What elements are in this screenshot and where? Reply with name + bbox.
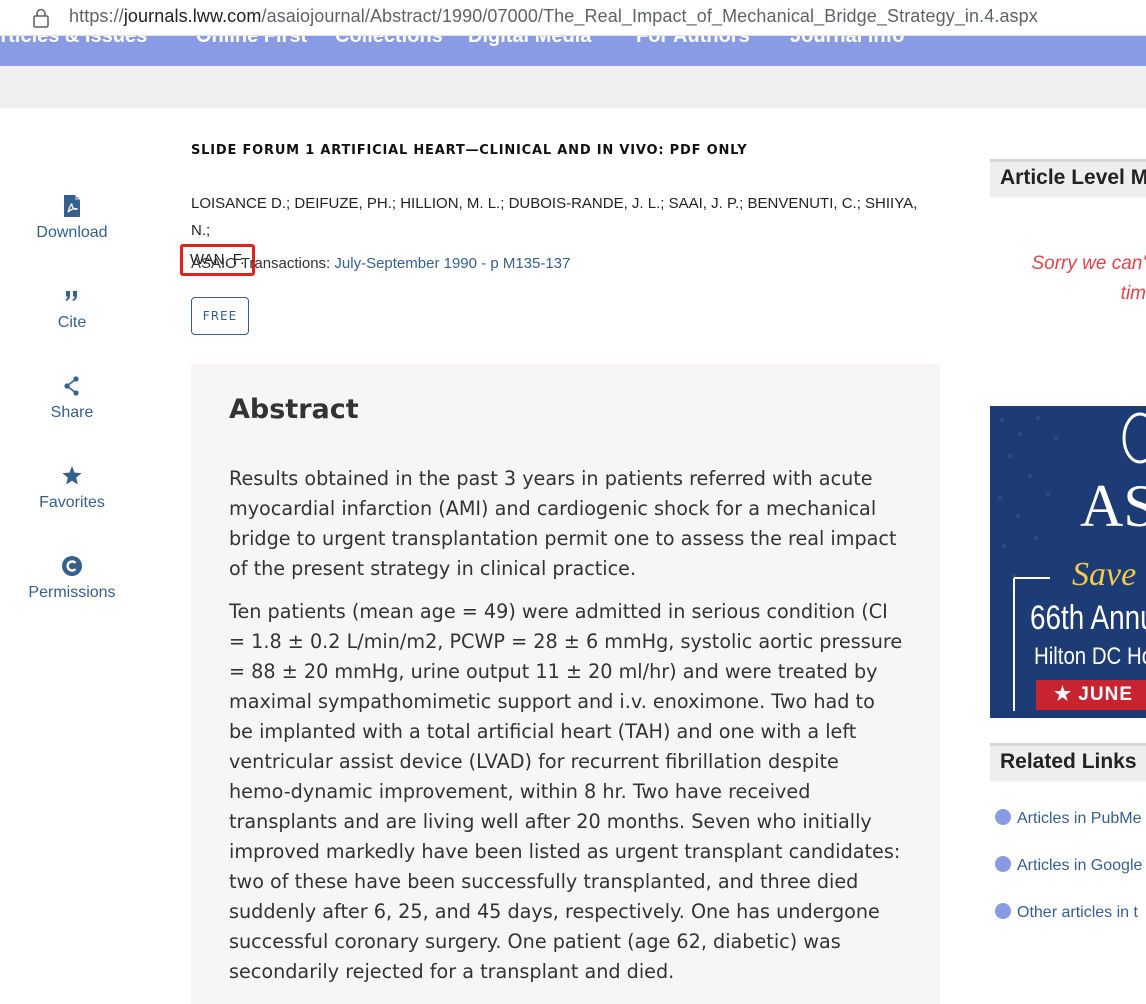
nav-item-digital-media[interactable]: Digital Media <box>468 36 591 48</box>
journal-citation: ASAIO Transactions: July-September 1990 … <box>191 255 570 272</box>
free-access-badge: FREE <box>191 297 249 335</box>
journal-name: ASAIO Transactions: <box>191 255 331 272</box>
star-icon <box>62 466 82 485</box>
quote-icon <box>65 291 77 301</box>
share-label: Share <box>50 404 94 421</box>
article-metrics-header: Article Level M <box>990 159 1146 197</box>
ad-venue-text: Hilton DC Hot <box>1034 643 1146 670</box>
abstract-paragraph: Ten patients (mean age = 49) were admitt… <box>229 600 903 983</box>
abstract-section: Abstract Results obtained in the past 3 … <box>191 364 940 1004</box>
browser-address-bar[interactable]: https://journals.lww.com/asaiojournal/Ab… <box>0 0 1146 36</box>
metrics-error-text: Sorry we can' <box>1031 253 1146 274</box>
related-link-other-articles[interactable]: Other articles in t <box>995 903 1138 922</box>
share-button[interactable]: Share <box>20 374 124 422</box>
download-button[interactable]: Download <box>20 194 124 242</box>
subnav-bar <box>0 66 1146 108</box>
bullet-icon <box>995 856 1011 872</box>
favorites-label: Favorites <box>39 494 105 511</box>
related-links-heading: Related Links <box>1000 750 1137 773</box>
pdf-file-icon <box>64 195 80 217</box>
bullet-icon <box>995 903 1011 919</box>
issue-link[interactable]: July-September 1990 - p M135-137 <box>334 255 570 272</box>
abstract-paragraph: Results obtained in the past 3 years in … <box>229 467 897 580</box>
ad-save-text: Save <box>1072 556 1137 593</box>
article-section-label: SLIDE FORUM 1 ARTIFICIAL HEART—CLINICAL … <box>191 143 748 158</box>
cite-label: Cite <box>57 314 87 331</box>
download-label: Download <box>36 224 108 241</box>
conference-ad-banner[interactable]: AS Save 66th Annu Hilton DC Hot ★ JUNE <box>990 406 1146 718</box>
abstract-heading: Abstract <box>229 394 359 425</box>
metrics-error-text-2: tim <box>1120 283 1146 304</box>
article-metrics-heading: Article Level M <box>1000 166 1146 189</box>
nav-item-online-first[interactable]: Online First <box>196 36 307 48</box>
related-links-header: Related Links <box>990 743 1146 781</box>
ad-date-text: ★ JUNE <box>1054 684 1133 705</box>
bullet-icon <box>995 809 1011 825</box>
site-nav: Articles & Issues Online First Collectio… <box>0 36 1146 66</box>
permissions-button[interactable]: Permissions <box>20 554 124 602</box>
nav-item-journal-info[interactable]: Journal Info <box>790 36 904 48</box>
url-text[interactable]: https://journals.lww.com/asaiojournal/Ab… <box>69 6 1038 27</box>
share-icon <box>64 376 79 396</box>
lock-icon <box>33 8 49 28</box>
copyright-icon <box>62 556 82 576</box>
nav-item-articles-issues[interactable]: Articles & Issues <box>0 36 147 48</box>
permissions-label: Permissions <box>28 584 116 601</box>
related-link-google-scholar[interactable]: Articles in Google <box>995 856 1142 875</box>
nav-item-collections[interactable]: Collections <box>335 36 443 48</box>
authors-line[interactable]: LOISANCE D.; DEIFUZE, PH.; HILLION, M. L… <box>191 195 917 239</box>
cite-button[interactable]: Cite <box>20 284 124 332</box>
nav-item-for-authors[interactable]: For Authors <box>636 36 750 48</box>
related-link-pubmed[interactable]: Articles in PubMe <box>995 809 1142 828</box>
favorites-button[interactable]: Favorites <box>20 464 124 512</box>
ad-brand: AS <box>1080 473 1146 539</box>
ad-annual-text: 66th Annu <box>1030 599 1146 637</box>
